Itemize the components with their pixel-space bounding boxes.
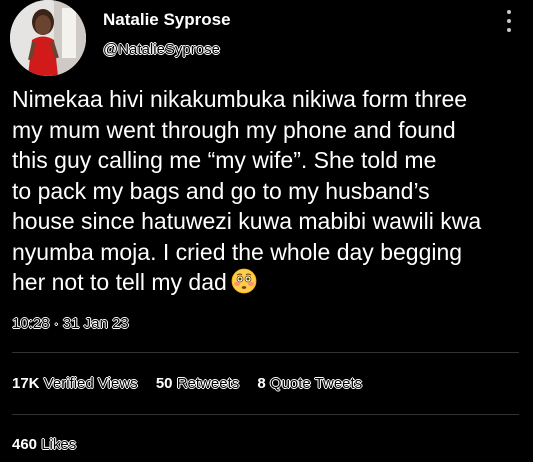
likes-stat[interactable]: 460 Likes [12,436,77,454]
flushed-face-emoji [231,268,257,302]
author-handle[interactable]: @NatalieSyprose [103,41,221,59]
quote-tweets-label: Quote Tweets [269,375,363,393]
tweet-text: Nimekaa hivi nikakumbuka nikiwa form thr… [12,84,527,302]
views-count: 17K [12,375,40,392]
likes-label: Likes [41,436,77,454]
tweet-separator: · [53,315,59,333]
tweet-line: this guy calling me “my wife”. She told … [12,147,437,173]
tweet-line: to pack my bags and go to my husband’s [12,177,430,204]
more-vertical-icon[interactable] [504,10,514,38]
tweet-last-line: her not to tell my dad [12,267,527,302]
tweet-time: 10:28 [12,315,50,333]
divider [12,414,519,415]
divider [12,352,519,353]
tweet-line: her not to tell my dad [12,269,227,295]
quote-tweets-stat[interactable]: 8 Quote Tweets [257,375,363,393]
likes-count: 460 [12,436,38,453]
tweet-line: Nimekaa hivi nikakumbuka nikiwa form thr… [12,86,468,112]
tweet-card: Natalie Syprose @NatalieSyprose Nimekaa … [0,0,533,462]
retweets-label: Retweets [176,375,240,393]
tweet-date: 31 Jan 23 [62,315,129,333]
tweet-line: house since hatuwezi kuwa mabibi wawili … [12,208,482,234]
views-stat[interactable]: 17K Verified Views [12,375,138,393]
tweet-line: my mum went through my phone and found [12,116,456,143]
tweet-timestamp[interactable]: 10:28 · 31 Jan 23 [12,315,130,333]
quote-tweets-count: 8 [257,375,266,392]
retweets-stat[interactable]: 50 Retweets [155,375,240,393]
views-label: Verified Views [43,375,138,393]
retweets-count: 50 [155,375,173,392]
tweet-line: nyumba moja. I cried the whole day beggi… [12,238,463,265]
author-name[interactable]: Natalie Syprose [103,10,231,30]
avatar[interactable] [10,0,86,76]
tweet-stats: 17K Verified Views 50 Retweets 8 Quote T… [12,375,376,393]
